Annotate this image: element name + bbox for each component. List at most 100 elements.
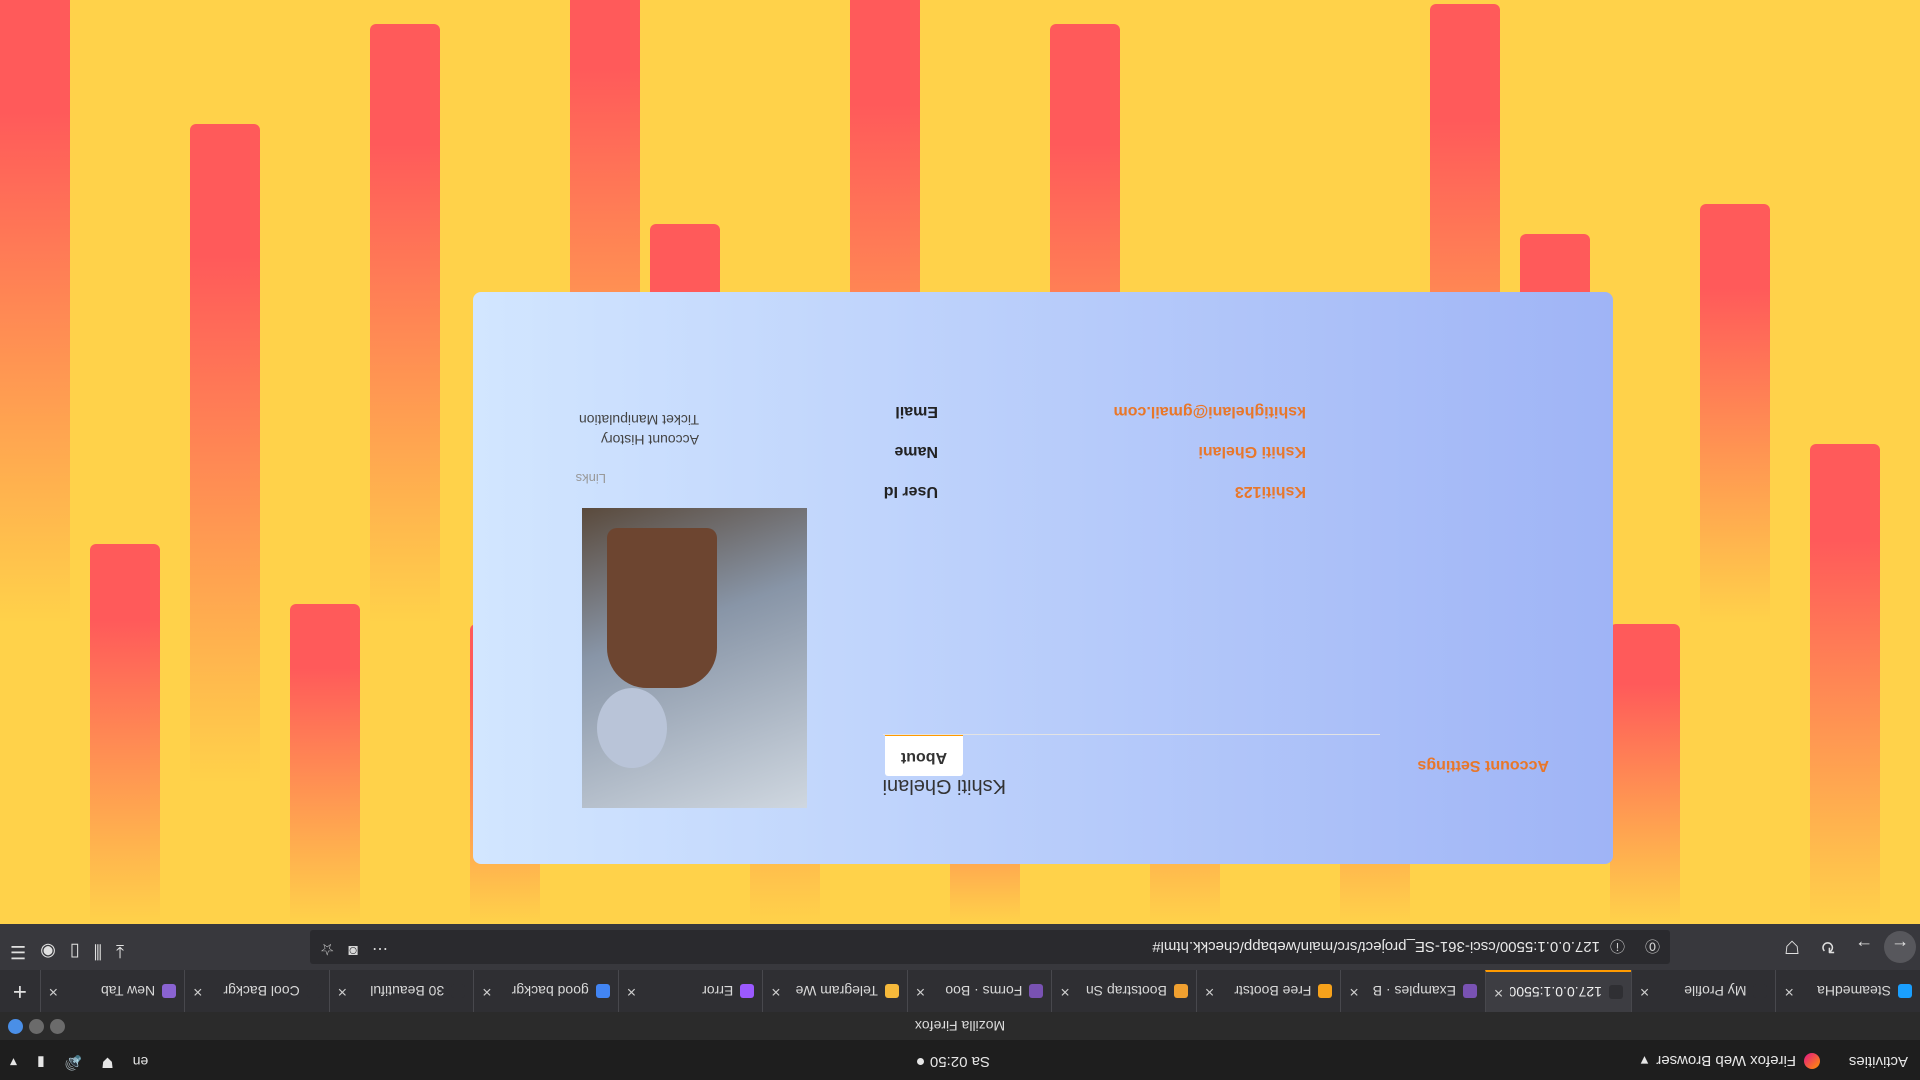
- library-icon[interactable]: ⫼: [94, 941, 102, 962]
- tab-title: good backgr: [511, 983, 589, 999]
- tracking-shield-icon[interactable]: ⓪: [1645, 937, 1660, 958]
- close-window-icon[interactable]: [8, 1019, 23, 1034]
- browser-tab[interactable]: 30 Beautiful ×: [328, 970, 474, 1012]
- arrow-left-icon: ←: [1891, 937, 1909, 958]
- battery-icon[interactable]: ▮: [37, 1054, 45, 1071]
- tab-favicon-icon: [740, 984, 755, 998]
- browser-tab[interactable]: Examples · B ×: [1340, 970, 1485, 1012]
- minimize-icon[interactable]: [50, 1019, 65, 1034]
- arrow-right-icon: →: [1855, 937, 1873, 958]
- browser-tab[interactable]: Cool Backgr ×: [184, 970, 329, 1012]
- notification-dot-icon: [916, 1058, 924, 1065]
- user-id-value: Kshiti123: [1234, 483, 1306, 500]
- avatar-figure-body: [607, 528, 717, 688]
- tab-close-icon[interactable]: ×: [1640, 982, 1649, 1000]
- name-label: Name: [894, 443, 938, 460]
- app-name: Firefox Web Browser: [1656, 1052, 1796, 1070]
- bookmark-star-icon[interactable]: ☆: [320, 939, 334, 959]
- name-value: Kshiti Ghelani: [1198, 443, 1306, 460]
- volume-icon[interactable]: 🔊: [65, 1054, 82, 1071]
- browser-tab[interactable]: good backgr ×: [473, 970, 618, 1012]
- tab-favicon-icon: [884, 984, 899, 998]
- tab-close-icon[interactable]: ×: [1205, 982, 1214, 1000]
- system-tray[interactable]: en ⛊ 🔊 ▮ ▾: [10, 1054, 149, 1072]
- tab-close-icon[interactable]: ×: [1494, 983, 1503, 1001]
- tab-close-icon[interactable]: ×: [1784, 982, 1793, 1000]
- tab-close-icon[interactable]: ×: [49, 982, 58, 1000]
- tab-close-icon[interactable]: ×: [193, 982, 202, 1000]
- tab-favicon-icon: [306, 984, 321, 998]
- browser-tab[interactable]: Telegram We ×: [762, 970, 907, 1012]
- clock[interactable]: Sa 02:50: [916, 1053, 990, 1070]
- tab-close-icon[interactable]: ×: [771, 982, 780, 1000]
- tab-close-icon[interactable]: ×: [916, 982, 925, 1000]
- tab-favicon-icon: [451, 984, 466, 998]
- tab-title: Bootstrap Sn: [1085, 983, 1167, 999]
- tab-title: SteamedHa: [1817, 983, 1891, 999]
- tab-favicon-icon: [1173, 984, 1188, 998]
- email-value: kshitighelani@gmail.com: [1113, 403, 1306, 420]
- activities-button[interactable]: Activities: [1849, 1053, 1908, 1070]
- link-ticket-manipulation[interactable]: Ticket Manipulation: [579, 412, 699, 428]
- page-actions-icon[interactable]: ⋯: [372, 939, 388, 959]
- tab-close-icon[interactable]: ×: [627, 982, 636, 1000]
- profile-picture: [582, 508, 807, 808]
- downloads-icon[interactable]: ⤓: [116, 941, 124, 962]
- tab-title: Error: [702, 983, 734, 999]
- shield-icon: ⛉: [1785, 937, 1799, 958]
- tab-about[interactable]: About: [885, 734, 963, 776]
- profile-name: Kshiti Ghelani: [882, 775, 1006, 797]
- system-top-bar: Activities Firefox Web Browser ▾ Sa 02:5…: [0, 1040, 1920, 1080]
- clock-text: Sa 02:50: [929, 1053, 990, 1070]
- account-icon[interactable]: ◉: [40, 941, 56, 962]
- maximize-icon[interactable]: [29, 1019, 44, 1034]
- new-tab-button[interactable]: +: [0, 970, 40, 1012]
- url-text[interactable]: 127.0.0.1:5500/csci-361-SE_project/src/m…: [1152, 939, 1600, 956]
- browser-tab[interactable]: Free Bootstr ×: [1195, 970, 1341, 1012]
- tab-title: Examples · B: [1372, 983, 1456, 999]
- power-menu-icon[interactable]: ▾: [10, 1054, 17, 1071]
- sidebar-icon[interactable]: ▯: [70, 941, 80, 962]
- tab-favicon-icon: [1608, 985, 1623, 999]
- browser-tab[interactable]: 127.0.0.1:5500/ ×: [1484, 970, 1631, 1012]
- tab-close-icon[interactable]: ×: [338, 982, 347, 1000]
- firefox-icon: [1804, 1053, 1820, 1069]
- tab-close-icon[interactable]: ×: [1349, 982, 1358, 1000]
- url-bar[interactable]: ⓪ ⓘ 127.0.0.1:5500/csci-361-SE_project/s…: [310, 930, 1670, 964]
- network-icon[interactable]: ⛊: [102, 1054, 113, 1071]
- info-icon[interactable]: ⓘ: [1610, 937, 1625, 958]
- background-ribbon: [1810, 444, 1880, 924]
- browser-tab[interactable]: Bootstrap Sn ×: [1051, 970, 1196, 1012]
- tab-title: Forms · Boo: [945, 983, 1023, 999]
- email-label: Email: [895, 403, 938, 420]
- tab-favicon-icon: [1029, 984, 1044, 998]
- links-heading: Links: [575, 471, 606, 486]
- tab-title: Cool Backgr: [223, 983, 300, 999]
- browser-tab[interactable]: New Tab ×: [39, 970, 185, 1012]
- tab-title: My Profile: [1684, 983, 1747, 999]
- tab-close-icon[interactable]: ×: [1060, 982, 1069, 1000]
- browser-tab[interactable]: SteamedHa ×: [1775, 970, 1920, 1012]
- back-button[interactable]: ←: [1884, 931, 1916, 963]
- account-settings-link[interactable]: Account Settings: [1417, 756, 1549, 774]
- home-button[interactable]: ⛉: [1776, 931, 1808, 963]
- window-title-bar: Mozilla Firefox: [0, 1012, 1920, 1040]
- forward-button[interactable]: →: [1848, 931, 1880, 963]
- tab-title: Telegram We: [795, 983, 878, 999]
- pocket-icon[interactable]: ◙: [348, 939, 358, 959]
- menu-icon[interactable]: ☰: [10, 941, 26, 962]
- browser-tab[interactable]: My Profile ×: [1630, 970, 1776, 1012]
- page-viewport: Account Settings Kshiti Ghelani About Us…: [0, 0, 1920, 924]
- reload-button[interactable]: ↻: [1812, 931, 1844, 963]
- language-indicator[interactable]: en: [133, 1055, 149, 1071]
- tab-title: Free Bootstr: [1234, 983, 1312, 999]
- reload-icon: ↻: [1820, 937, 1836, 958]
- background-ribbon: [90, 544, 160, 924]
- link-account-history[interactable]: Account History: [601, 432, 699, 448]
- tab-close-icon[interactable]: ×: [482, 982, 491, 1000]
- app-menu[interactable]: Firefox Web Browser ▾: [1641, 1052, 1820, 1070]
- background-ribbon: [190, 124, 260, 784]
- browser-tab[interactable]: Forms · Boo ×: [906, 970, 1052, 1012]
- window-title: Mozilla Firefox: [914, 1018, 1006, 1034]
- browser-tab[interactable]: Error ×: [617, 970, 763, 1012]
